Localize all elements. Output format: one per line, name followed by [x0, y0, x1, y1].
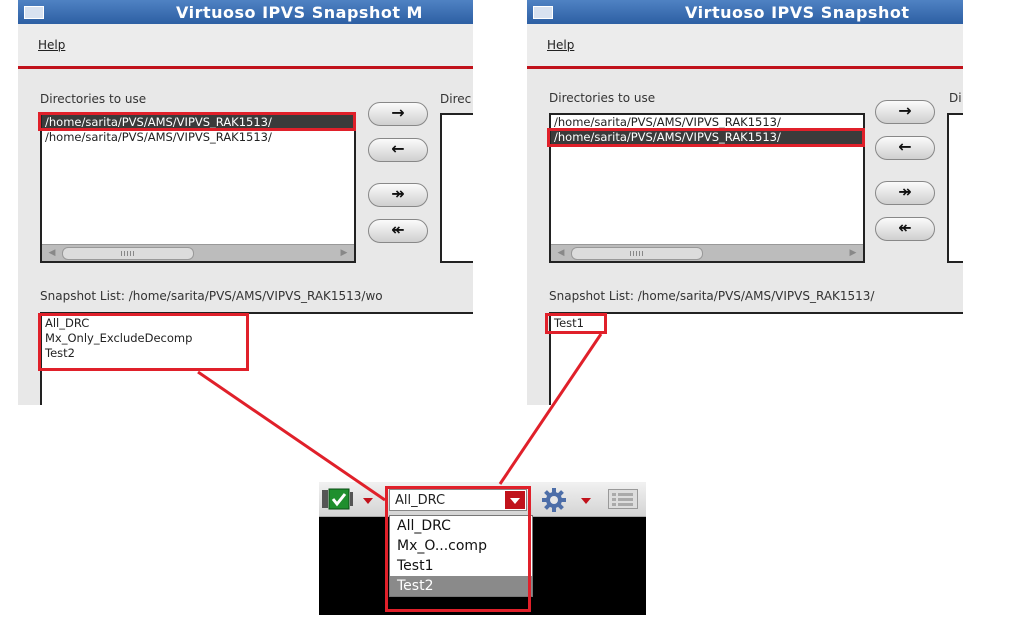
highlight-box	[545, 313, 607, 334]
menu-bar: Help	[527, 24, 963, 69]
title-bar: Virtuoso IPVS Snapshot	[527, 0, 963, 24]
window-menu-icon[interactable]	[24, 6, 44, 19]
highlight-box	[38, 313, 249, 371]
horizontal-scrollbar[interactable]: ◀ ▶	[42, 244, 354, 261]
remove-all-button[interactable]: ↞	[875, 217, 935, 241]
add-all-button[interactable]: ↠	[368, 183, 428, 207]
snapshot-item[interactable]: Test1	[551, 316, 963, 331]
dropdown-arrow-icon[interactable]	[581, 498, 591, 504]
menu-help[interactable]: Help	[38, 38, 65, 52]
scroll-thumb[interactable]	[62, 247, 194, 260]
scroll-right-icon[interactable]: ▶	[847, 247, 859, 259]
dropdown-arrow-icon[interactable]	[363, 498, 373, 504]
add-all-button[interactable]: ↠	[875, 181, 935, 205]
highlight-box	[385, 486, 531, 612]
highlight-box	[38, 112, 356, 131]
snapshot-window-left: Virtuoso IPVS Snapshot M Help Directorie…	[18, 0, 473, 405]
menu-help[interactable]: Help	[547, 38, 574, 52]
clipped-label: Di	[949, 91, 962, 105]
scroll-left-icon[interactable]: ◀	[46, 247, 58, 259]
directory-item[interactable]: /home/sarita/PVS/AMS/VIPVS_RAK1513/	[42, 130, 354, 145]
directories-label: Directories to use	[549, 91, 656, 105]
add-button[interactable]: →	[875, 100, 935, 124]
clipped-label: Direc	[440, 92, 472, 106]
title-bar: Virtuoso IPVS Snapshot M	[18, 0, 473, 24]
add-button[interactable]: →	[368, 102, 428, 126]
selected-directories-list[interactable]	[440, 113, 473, 263]
scroll-right-icon[interactable]: ▶	[338, 247, 350, 259]
horizontal-scrollbar[interactable]: ◀ ▶	[551, 244, 863, 261]
remove-button[interactable]: ←	[875, 136, 935, 160]
directories-list[interactable]: /home/sarita/PVS/AMS/VIPVS_RAK1513/ /hom…	[40, 113, 356, 263]
window-title: Virtuoso IPVS Snapshot M	[176, 3, 423, 22]
snapshot-list-label: Snapshot List: /home/sarita/PVS/AMS/VIPV…	[549, 289, 875, 303]
checklist-icon[interactable]	[322, 488, 354, 510]
selected-directories-list[interactable]	[947, 113, 963, 263]
gear-icon[interactable]	[541, 487, 567, 513]
toolbar-panel: All_DRC All_DRC Mx_O...comp Test1 Test2	[319, 482, 646, 615]
list-view-icon[interactable]	[608, 489, 638, 509]
snapshot-list-label: Snapshot List: /home/sarita/PVS/AMS/VIPV…	[40, 289, 383, 303]
remove-all-button[interactable]: ↞	[368, 219, 428, 243]
snapshot-window-right: Virtuoso IPVS Snapshot Help Directories …	[527, 0, 963, 405]
remove-button[interactable]: ←	[368, 138, 428, 162]
snapshot-list[interactable]: Test1	[549, 312, 963, 405]
window-menu-icon[interactable]	[533, 6, 553, 19]
window-title: Virtuoso IPVS Snapshot	[685, 3, 910, 22]
menu-bar: Help	[18, 24, 473, 69]
highlight-box	[547, 128, 865, 147]
directories-label: Directories to use	[40, 92, 147, 106]
scroll-thumb[interactable]	[571, 247, 703, 260]
scroll-left-icon[interactable]: ◀	[555, 247, 567, 259]
